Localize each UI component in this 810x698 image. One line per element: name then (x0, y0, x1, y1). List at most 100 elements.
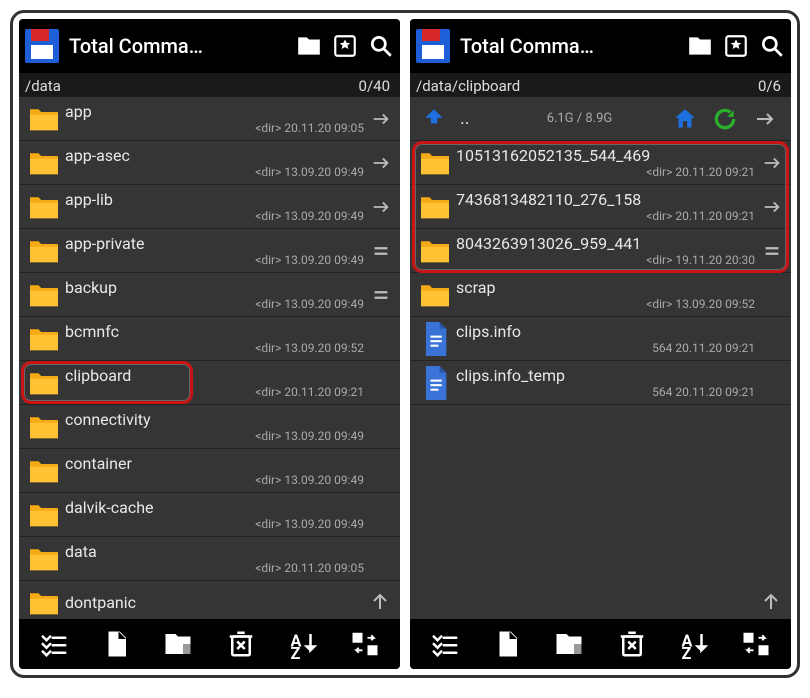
app-title: Total Comma… (69, 34, 286, 58)
swap-icon[interactable] (350, 629, 380, 659)
row-action-icon[interactable] (759, 240, 785, 262)
list-item[interactable]: 8043263913026_959_441<dir> 19.11.20 20:3… (410, 229, 791, 273)
parent-dots: .. (454, 108, 494, 129)
item-name: app-asec (65, 147, 368, 165)
panel-folder-icon[interactable] (687, 33, 713, 59)
sort-icon[interactable]: AZ (679, 629, 709, 659)
item-name: backup (65, 279, 368, 297)
list-item[interactable]: bcmnfc<dir> 13.09.20 09:52 (19, 317, 400, 361)
folder-icon (23, 237, 65, 265)
item-meta: <dir> 20.11.20 09:21 (456, 209, 759, 223)
folder-icon (23, 545, 65, 573)
list-item[interactable]: 10513162052135_544_469<dir> 20.11.20 09:… (410, 141, 791, 185)
file-icon (414, 366, 456, 400)
folder-icon (23, 149, 65, 177)
list-item[interactable]: app<dir> 20.11.20 09:05 (19, 97, 400, 141)
folder-icon (414, 237, 456, 265)
home-icon[interactable] (665, 106, 705, 132)
sort-icon[interactable]: AZ (288, 629, 318, 659)
folder-icon (414, 281, 456, 309)
panel-folder-icon[interactable] (296, 33, 322, 59)
bookmarks-icon[interactable] (723, 33, 749, 59)
item-name: app-lib (65, 191, 368, 209)
path-bar[interactable]: /data/clipboard 0/6 (410, 73, 791, 97)
app-icon (25, 29, 59, 63)
path-bar[interactable]: /data 0/40 (19, 73, 400, 97)
list-item[interactable]: backup<dir> 13.09.20 09:49 (19, 273, 400, 317)
list-item[interactable]: dontpanic (19, 581, 400, 619)
folder-icon (414, 193, 456, 221)
app-title: Total Comma… (460, 34, 677, 58)
nav-up-row[interactable]: .. 6.1G / 8.9G (410, 97, 791, 141)
app-bar: Total Comma… (410, 19, 791, 73)
select-icon[interactable] (39, 629, 69, 659)
row-action-icon[interactable] (759, 196, 785, 218)
file-list[interactable]: app<dir> 20.11.20 09:05app-asec<dir> 13.… (19, 97, 400, 619)
list-item[interactable]: clips.info_temp564 20.11.20 09:21 (410, 361, 791, 405)
item-meta: <dir> 13.09.20 09:49 (65, 297, 368, 311)
scroll-up-icon[interactable] (759, 589, 783, 613)
item-name: app-private (65, 235, 368, 253)
delete-icon[interactable] (617, 629, 647, 659)
row-action-icon[interactable] (368, 108, 394, 130)
item-name: dalvik-cache (65, 499, 368, 517)
folder-icon (23, 105, 65, 133)
folder-icon (23, 325, 65, 353)
row-action-icon[interactable] (368, 152, 394, 174)
select-icon[interactable] (430, 629, 460, 659)
item-meta: <dir> 13.09.20 09:49 (65, 253, 368, 267)
row-action-icon[interactable] (368, 240, 394, 262)
up-arrow-icon[interactable] (414, 106, 454, 132)
item-meta: <dir> 19.11.20 20:30 (456, 253, 759, 267)
item-name: 7436813482110_276_158 (456, 191, 759, 209)
list-item[interactable]: clips.info564 20.11.20 09:21 (410, 317, 791, 361)
path-text: /data/clipboard (416, 77, 520, 95)
item-meta: <dir> 20.11.20 09:21 (456, 165, 759, 179)
item-name: 10513162052135_544_469 (456, 147, 759, 165)
search-icon[interactable] (759, 33, 785, 59)
row-action-icon[interactable] (368, 196, 394, 218)
item-meta: <dir> 13.09.20 09:49 (65, 517, 368, 531)
new-folder-icon[interactable] (163, 629, 193, 659)
folder-icon (23, 413, 65, 441)
row-action-icon[interactable] (368, 284, 394, 306)
swap-icon[interactable] (741, 629, 771, 659)
list-item[interactable]: connectivity<dir> 13.09.20 09:49 (19, 405, 400, 449)
item-meta: <dir> 13.09.20 09:49 (65, 473, 368, 487)
item-meta: <dir> 13.09.20 09:49 (65, 165, 368, 179)
item-meta: <dir> 20.11.20 09:05 (65, 561, 368, 575)
list-item[interactable]: scrap<dir> 13.09.20 09:52 (410, 273, 791, 317)
counter-text: 0/40 (359, 77, 390, 95)
list-item[interactable]: dalvik-cache<dir> 13.09.20 09:49 (19, 493, 400, 537)
item-meta: <dir> 13.09.20 09:52 (65, 341, 368, 355)
svg-text:Z: Z (290, 644, 300, 659)
delete-icon[interactable] (226, 629, 256, 659)
scroll-up-icon[interactable] (368, 589, 392, 613)
row-action-icon[interactable] (759, 152, 785, 174)
item-meta: <dir> 20.11.20 09:21 (65, 385, 368, 399)
new-file-icon[interactable] (492, 629, 522, 659)
counter-text: 0/6 (758, 77, 781, 95)
list-item[interactable]: app-asec<dir> 13.09.20 09:49 (19, 141, 400, 185)
list-item[interactable]: app-private<dir> 13.09.20 09:49 (19, 229, 400, 273)
list-item[interactable]: app-lib<dir> 13.09.20 09:49 (19, 185, 400, 229)
file-list[interactable]: 10513162052135_544_469<dir> 20.11.20 09:… (410, 141, 791, 619)
item-name: data (65, 543, 368, 561)
folder-icon (23, 501, 65, 529)
new-file-icon[interactable] (101, 629, 131, 659)
list-item[interactable]: 7436813482110_276_158<dir> 20.11.20 09:2… (410, 185, 791, 229)
reload-icon[interactable] (705, 106, 745, 132)
bookmarks-icon[interactable] (332, 33, 358, 59)
list-item[interactable]: container<dir> 13.09.20 09:49 (19, 449, 400, 493)
list-item[interactable]: data<dir> 20.11.20 09:05 (19, 537, 400, 581)
list-item[interactable]: clipboard<dir> 20.11.20 09:21 (19, 361, 400, 405)
app-bar: Total Comma… (19, 19, 400, 73)
item-meta: 564 20.11.20 09:21 (456, 385, 759, 399)
new-folder-icon[interactable] (554, 629, 584, 659)
folder-icon (23, 193, 65, 221)
forward-arrow-icon[interactable] (745, 107, 785, 131)
search-icon[interactable] (368, 33, 394, 59)
item-name: clips.info_temp (456, 367, 759, 385)
item-meta: 564 20.11.20 09:21 (456, 341, 759, 355)
path-text: /data (25, 77, 61, 95)
